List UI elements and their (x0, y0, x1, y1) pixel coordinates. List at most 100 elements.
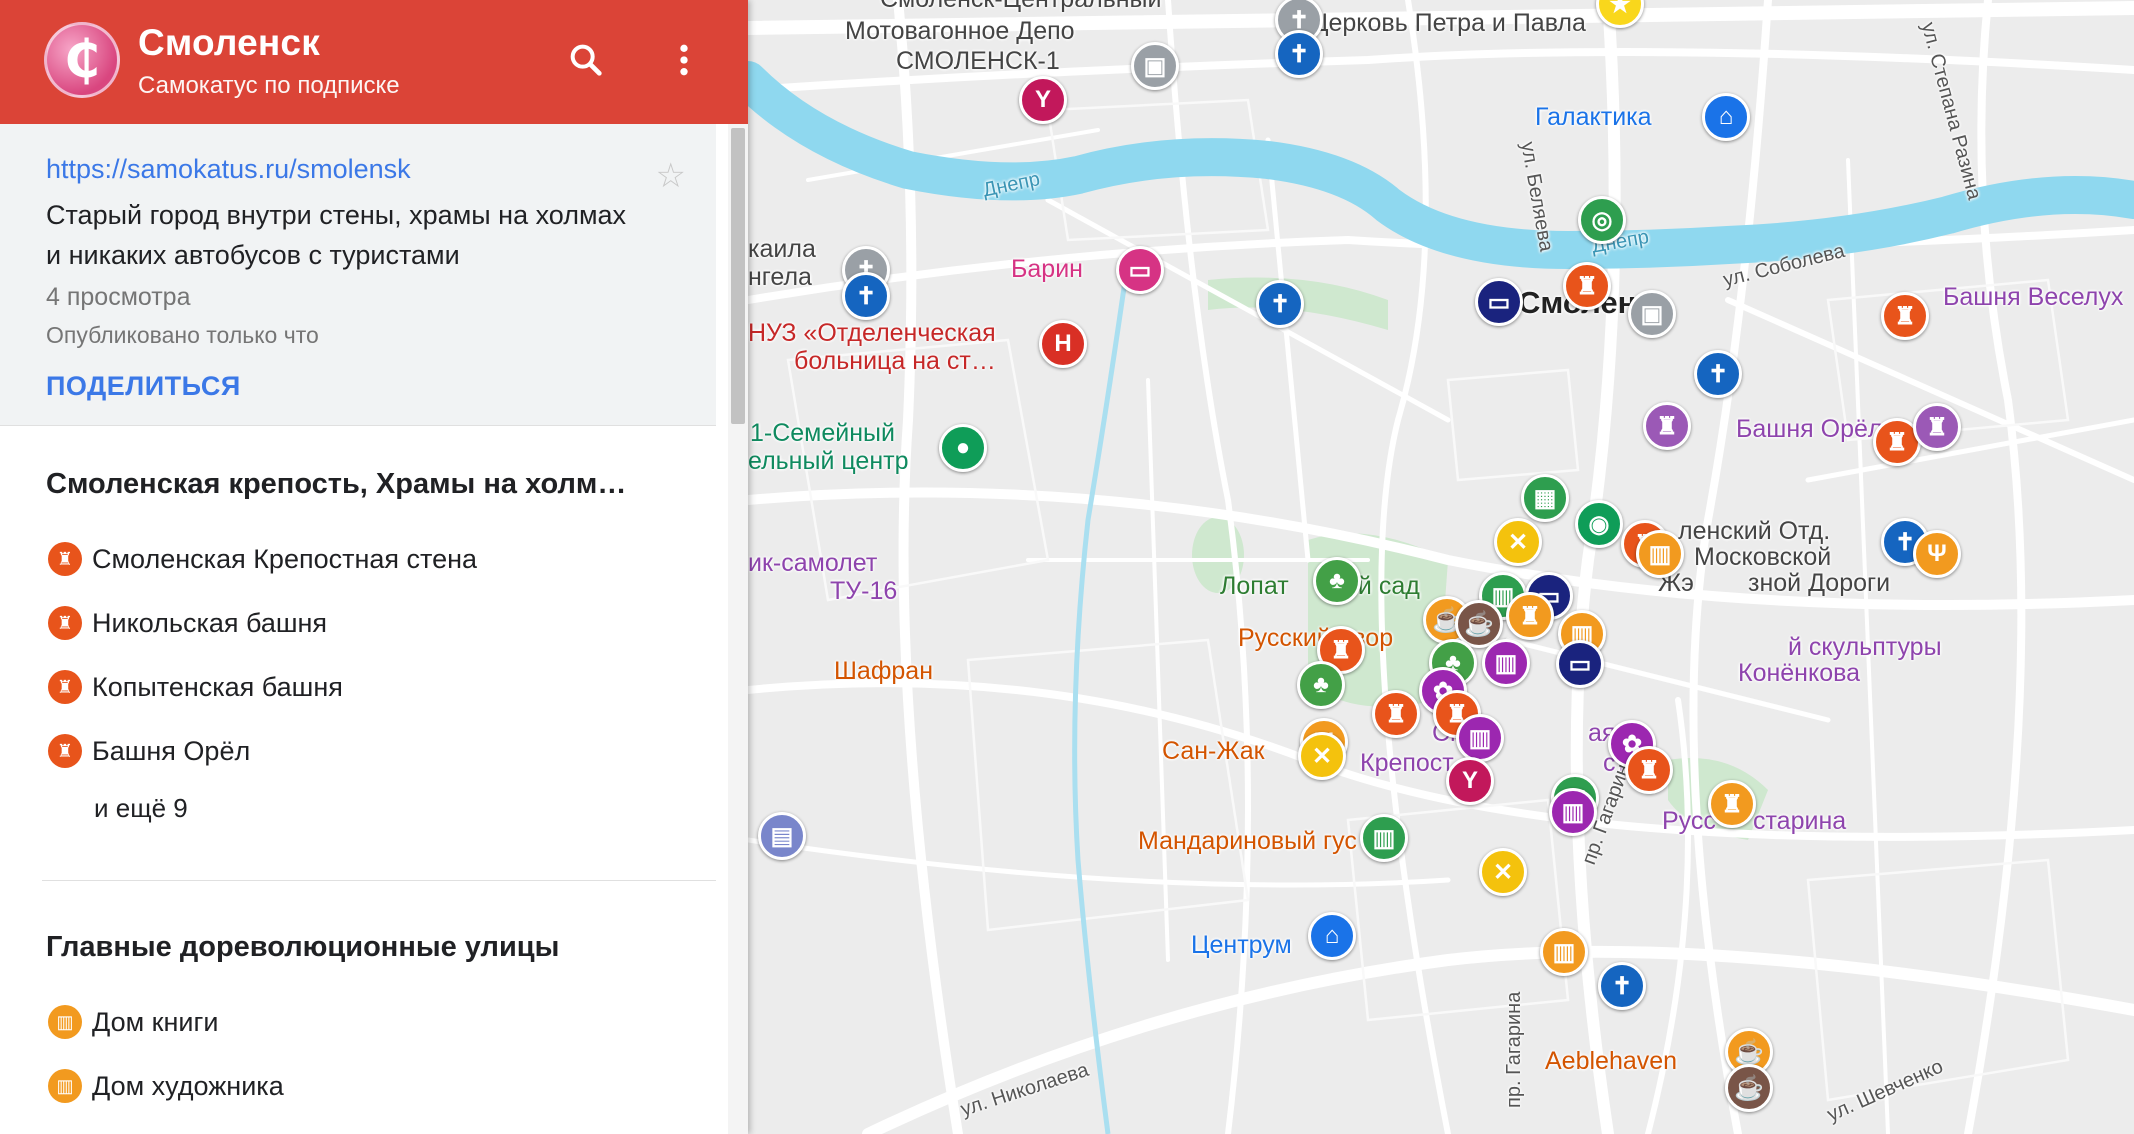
castle-icon[interactable]: ♜ (1708, 780, 1756, 828)
map-label: ленский Отд. (1678, 517, 1831, 545)
item-label: Копытенская башня (92, 671, 343, 702)
map-label: больница на ст… (794, 347, 996, 375)
train-icon[interactable]: ▣ (1131, 42, 1179, 90)
item-label: Дом книги (92, 1006, 219, 1037)
map-label: Башня Веселух (1943, 283, 2124, 311)
map-label: Церковь Петра и Павла (1310, 9, 1586, 37)
museum-icon[interactable]: ▥ (1360, 814, 1408, 862)
search-icon (570, 44, 602, 76)
castle-icon[interactable]: ♜ (1563, 262, 1611, 310)
map-label: Башня Орёл (1736, 415, 1883, 443)
layer-title[interactable]: Главные дореволюционные улицы (42, 931, 716, 964)
more-options-button[interactable] (654, 30, 714, 90)
park-icon[interactable]: ♣ (1313, 557, 1361, 605)
layer-items: ▥ Дом книги ▥ Дом художника (42, 990, 716, 1118)
map-label: 1-Семейный (750, 419, 895, 447)
app-logo[interactable]: ₵ (44, 22, 120, 98)
map-label: Крепост (1360, 749, 1454, 777)
map-label: Смоленск-Центральный (880, 0, 1161, 14)
bar-icon[interactable]: Y (1019, 76, 1067, 124)
hotel-icon[interactable]: ▭ (1116, 246, 1164, 294)
item-label: Никольская башня (92, 607, 328, 638)
map-label: Сан-Жак (1162, 737, 1265, 765)
castle-icon[interactable]: ♜ (1506, 592, 1554, 640)
list-item[interactable]: ♜ Копытенская башня (0, 655, 716, 719)
map-label: Конёнкова (1738, 659, 1861, 687)
list-item[interactable]: ♜ Башня Орёл (0, 719, 716, 783)
church-icon[interactable]: ✝ (1256, 280, 1304, 328)
map-label: Галактика (1535, 103, 1652, 131)
museum-icon[interactable]: ▥ (1456, 714, 1504, 762)
restaurant-icon[interactable]: ✕ (1479, 848, 1527, 896)
star-icon[interactable]: ☆ (656, 156, 686, 196)
app-subtitle: Самокатус по подписке (138, 72, 400, 99)
restaurant-icon[interactable]: ✕ (1494, 518, 1542, 566)
landmark-icon[interactable]: ♜ (1913, 403, 1961, 451)
hospital-icon[interactable]: H (1039, 320, 1087, 368)
castle-icon: ♜ (48, 734, 82, 768)
item-label: Башня Орёл (92, 735, 251, 766)
layer-fortress: Смоленская крепость, Храмы на холм… ♜ Смо… (0, 426, 716, 824)
shopping-icon[interactable]: ⌂ (1308, 912, 1356, 960)
map-label: Aeblehaven (1545, 1047, 1678, 1075)
binoculars-icon[interactable]: ◎ (1578, 196, 1626, 244)
museum-icon[interactable]: ▥ (1482, 639, 1530, 687)
item-label: Смоленская Крепостная стена (92, 543, 478, 574)
circle-icon[interactable]: ● (939, 424, 987, 472)
restaurant-icon[interactable]: Ψ (1913, 530, 1961, 578)
landmark-icon[interactable]: ♜ (1643, 402, 1691, 450)
scrollbar-thumb[interactable] (731, 128, 745, 424)
museum-icon[interactable]: ▥ (1540, 928, 1588, 976)
cafe-icon[interactable]: ☕ (1725, 1064, 1773, 1112)
map-label: каила (748, 235, 816, 263)
map-label: Центрум (1191, 931, 1292, 959)
list-item[interactable]: ♜ Никольская башня (0, 591, 716, 655)
map-label: Лопат (1220, 572, 1289, 600)
camera-icon[interactable]: ◉ (1575, 500, 1623, 548)
museum-icon[interactable]: ▥ (1636, 530, 1684, 578)
hotel-icon[interactable]: ▭ (1556, 640, 1604, 688)
shopping-icon[interactable]: ⌂ (1702, 93, 1750, 141)
list-item[interactable]: ♜ Смоленская Крепостная стена (0, 527, 716, 591)
sidebar: ₵ Смоленск Самокатус по подписке https:/… (0, 0, 748, 1134)
castle-icon: ♜ (48, 670, 82, 704)
more-vert-icon (680, 44, 688, 76)
item-label: Дом художника (92, 1070, 284, 1101)
church-icon[interactable]: ✝ (1275, 30, 1323, 78)
church-icon[interactable]: ✝ (1598, 962, 1646, 1010)
park-icon[interactable]: ♣ (1297, 661, 1345, 709)
map-label: ельный центр (748, 447, 909, 475)
map-info-panel: https://samokatus.ru/smolensk ☆ Старый г… (0, 124, 716, 426)
map-label: й скульптуры (1788, 633, 1942, 661)
show-more-link[interactable]: и ещё 9 (0, 793, 716, 824)
castle-icon[interactable]: ♜ (1372, 690, 1420, 738)
bus-icon[interactable]: ▤ (758, 812, 806, 860)
map-label: зной Дороги (1748, 569, 1891, 597)
church-icon[interactable]: ✝ (1694, 350, 1742, 398)
map-label: старина (1753, 807, 1847, 835)
castle-icon: ♜ (48, 542, 82, 576)
castle-icon[interactable]: ♜ (1625, 746, 1673, 794)
map-label: пр. Гагарина (1503, 991, 1525, 1108)
map-label: ТУ-16 (830, 577, 898, 605)
sidebar-scrollbar[interactable] (728, 124, 748, 1134)
church-icon[interactable]: ✝ (842, 272, 890, 320)
castle-icon[interactable]: ♜ (1881, 292, 1929, 340)
list-item[interactable]: ▥ Дом книги (42, 990, 716, 1054)
list-item[interactable]: ▥ Дом художника (42, 1054, 716, 1118)
city-icon[interactable]: ▦ (1521, 474, 1569, 522)
layer-title[interactable]: Смоленская крепость, Храмы на холм… (0, 468, 716, 501)
restaurant-icon[interactable]: ✕ (1298, 732, 1346, 780)
map-canvas[interactable]: Мотовагонное Депо СМОЛЕНСК-1 Церковь Петра… (748, 0, 2134, 1134)
map-description: Старый город внутри стены, храмы на холм… (46, 200, 627, 270)
train-icon[interactable]: ▣ (1628, 290, 1676, 338)
museum-icon[interactable]: ▥ (1549, 788, 1597, 836)
share-button[interactable]: ПОДЕЛИТЬСЯ (46, 371, 716, 402)
bar-icon[interactable]: Y (1446, 757, 1494, 805)
museum-icon: ▥ (48, 1069, 82, 1103)
map-link[interactable]: https://samokatus.ru/smolensk (46, 154, 716, 185)
hotel-icon[interactable]: ▭ (1475, 278, 1523, 326)
map-label: Русский двор (1238, 624, 1394, 652)
map-label: нгела (748, 263, 812, 291)
search-button[interactable] (556, 30, 616, 90)
